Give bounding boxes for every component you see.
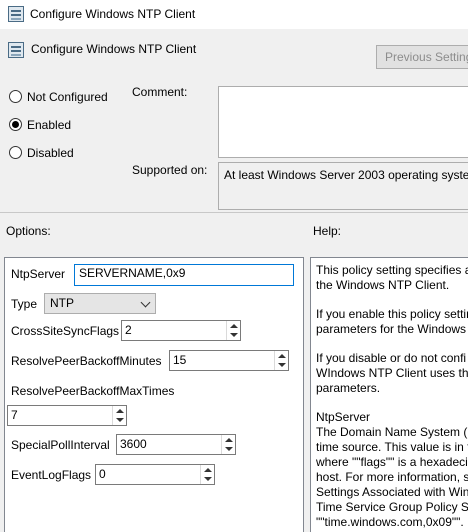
help-line: Settings Associated with Win (316, 485, 468, 499)
help-line: parameters for the Windows (316, 322, 467, 336)
help-paragraph: If you enable this policy settin paramet… (316, 307, 468, 337)
options-panel: NtpServer SERVERNAME,0x9 Type NTP CrossS… (4, 257, 304, 532)
help-label: Help: (313, 224, 342, 238)
resolve-peer-backoff-minutes-label: ResolvePeerBackoffMinutes (11, 354, 162, 368)
help-line: If you disable or do not confi (316, 351, 467, 365)
supported-on-label: Supported on: (132, 163, 208, 177)
divider (0, 212, 468, 213)
arrow-down-icon[interactable] (230, 333, 238, 337)
help-line: WIndows NTP Client uses the (316, 366, 468, 380)
ntp-server-label: NtpServer (11, 267, 66, 281)
cross-site-sync-flags-stepper[interactable]: 2 (121, 320, 241, 341)
chevron-down-icon (140, 297, 151, 308)
stepper-arrows[interactable] (226, 321, 240, 340)
help-line: the Windows NTP Client. (316, 278, 450, 292)
comment-textarea[interactable] (218, 86, 468, 158)
help-line: parameters. (316, 381, 381, 395)
event-log-flags-value: 0 (99, 467, 106, 481)
arrow-up-icon[interactable] (225, 438, 233, 442)
help-line: The Domain Name System (D (316, 425, 468, 439)
radio-not-configured-label[interactable]: Not Configured (27, 90, 108, 104)
window-title: Configure Windows NTP Client (30, 7, 196, 21)
help-line: Time Service Group Policy Se (316, 500, 468, 514)
title-bar: Configure Windows NTP Client (0, 0, 468, 29)
arrow-down-icon[interactable] (116, 418, 124, 422)
arrow-down-icon[interactable] (204, 477, 212, 481)
type-label: Type (11, 297, 38, 311)
radio-enabled-label[interactable]: Enabled (27, 118, 71, 132)
help-line: time source. This value is in t (316, 440, 468, 454)
options-label: Options: (6, 224, 51, 238)
stepper-arrows[interactable] (221, 435, 235, 454)
arrow-down-icon[interactable] (278, 363, 286, 367)
radio-disabled-label[interactable]: Disabled (27, 146, 74, 160)
resolve-peer-backoff-max-times-value: 7 (11, 408, 18, 422)
help-line: where ""flags"" is a hexadecin (316, 455, 468, 469)
special-poll-interval-value: 3600 (120, 437, 147, 451)
policy-icon (8, 42, 24, 58)
help-line: This policy setting specifies a (316, 263, 468, 277)
help-paragraph: If you disable or do not confi WIndows N… (316, 351, 468, 396)
special-poll-interval-label: SpecialPollInterval (11, 438, 110, 452)
radio-enabled[interactable] (9, 118, 22, 131)
policy-icon (8, 6, 24, 22)
help-line: NtpServer (316, 410, 371, 424)
resolve-peer-backoff-max-times-label: ResolvePeerBackoffMaxTimes (11, 384, 175, 398)
type-select[interactable]: NTP (44, 293, 156, 314)
stepper-arrows[interactable] (200, 465, 214, 484)
comment-label: Comment: (132, 85, 188, 99)
arrow-up-icon[interactable] (204, 468, 212, 472)
radio-disabled[interactable] (9, 146, 22, 159)
arrow-up-icon[interactable] (278, 354, 286, 358)
stepper-arrows[interactable] (112, 406, 126, 425)
type-select-value: NTP (50, 296, 74, 310)
help-line: host. For more information, s (316, 470, 468, 484)
help-paragraph: This policy setting specifies a the Wind… (316, 263, 468, 293)
help-paragraph: NtpServer The Domain Name System (D time… (316, 410, 468, 530)
special-poll-interval-stepper[interactable]: 3600 (116, 434, 236, 455)
resolve-peer-backoff-minutes-stepper[interactable]: 15 (169, 350, 289, 371)
page-title: Configure Windows NTP Client (31, 42, 197, 56)
help-line: ""time.windows.com,0x09"". (316, 515, 464, 529)
event-log-flags-label: EventLogFlags (11, 468, 92, 482)
resolve-peer-backoff-minutes-value: 15 (173, 353, 187, 367)
supported-on-value: At least Windows Server 2003 operating s… (218, 162, 468, 210)
help-panel: This policy setting specifies a the Wind… (310, 257, 468, 532)
cross-site-sync-flags-label: CrossSiteSyncFlags (11, 324, 120, 338)
resolve-peer-backoff-max-times-stepper[interactable]: 7 (7, 405, 127, 426)
arrow-up-icon[interactable] (230, 324, 238, 328)
arrow-up-icon[interactable] (116, 409, 124, 413)
stepper-arrows[interactable] (274, 351, 288, 370)
ntp-server-input[interactable]: SERVERNAME,0x9 (74, 264, 294, 286)
arrow-down-icon[interactable] (225, 447, 233, 451)
previous-setting-button[interactable]: Previous Setting (376, 45, 468, 69)
event-log-flags-stepper[interactable]: 0 (95, 464, 215, 485)
help-line: If you enable this policy settin (316, 307, 468, 321)
radio-not-configured[interactable] (9, 90, 22, 103)
cross-site-sync-flags-value: 2 (125, 323, 132, 337)
